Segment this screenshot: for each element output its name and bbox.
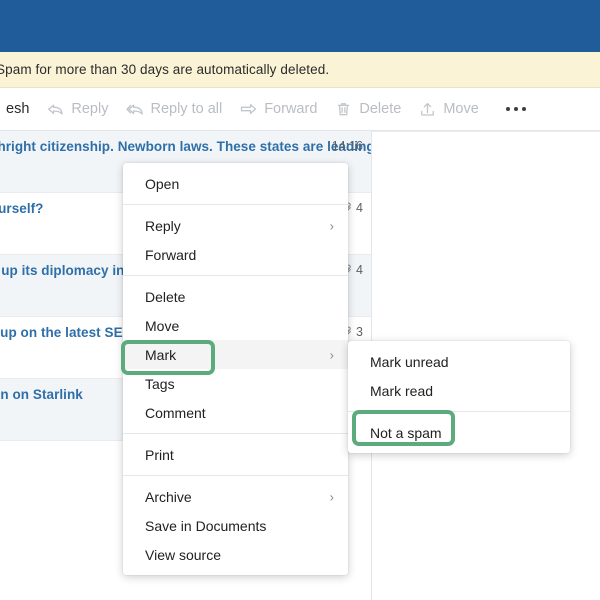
context-menu-item-open[interactable]: Open: [123, 169, 348, 198]
toolbar-delete-label: Delete: [359, 101, 402, 117]
context-menu-item-label: Delete: [145, 288, 186, 305]
context-menu-item-archive[interactable]: Archive ›: [123, 482, 348, 511]
context-menu-item-label: View source: [145, 546, 222, 563]
context-menu-item-delete[interactable]: Delete: [123, 282, 348, 311]
reply-icon: [47, 101, 64, 118]
context-menu-item-label: Save in Documents: [145, 517, 267, 534]
menu-separator: [123, 275, 348, 276]
toolbar-forward-label: Forward: [264, 101, 318, 117]
context-menu-item-label: Mark: [145, 346, 177, 363]
context-menu-item-label: Print: [145, 446, 174, 463]
toolbar-reply-all-button[interactable]: Reply to all: [117, 88, 231, 131]
context-menu-item-label: Tags: [145, 375, 175, 392]
context-menu-item-print[interactable]: Print: [123, 440, 348, 469]
context-menu-item-tags[interactable]: Tags: [123, 369, 348, 398]
context-menu-item-view-source[interactable]: View source: [123, 540, 348, 569]
context-menu-item-forward[interactable]: Forward: [123, 240, 348, 269]
menu-separator: [123, 475, 348, 476]
toolbar-forward-button[interactable]: Forward: [231, 88, 326, 131]
toolbar-reply-label: Reply: [71, 101, 109, 117]
submenu-item-label: Mark unread: [370, 353, 449, 370]
message-time: 14:16: [331, 139, 363, 153]
context-menu-item-label: Archive: [145, 488, 192, 505]
context-menu-item-label: Forward: [145, 246, 197, 263]
attachment-count: 4: [356, 263, 363, 277]
context-menu-item-move[interactable]: Move: [123, 311, 348, 340]
context-menu-item-label: Comment: [145, 404, 206, 421]
context-menu-item-label: Open: [145, 175, 180, 192]
toolbar-delete-button[interactable]: Delete: [326, 88, 410, 131]
chevron-right-icon: ›: [329, 489, 334, 504]
submenu-item-mark-unread[interactable]: Mark unread: [348, 347, 570, 376]
spam-retention-notice-banner: Spam for more than 30 days are automatic…: [0, 52, 600, 88]
message-context-menu: Open Reply › Forward Delete Move Mark › …: [123, 163, 348, 575]
submenu-item-not-a-spam[interactable]: Not a spam: [348, 418, 570, 447]
toolbar-move-label: Move: [443, 101, 479, 117]
toolbar-refresh-label: esh: [6, 101, 30, 117]
toolbar-refresh-button[interactable]: esh: [0, 88, 38, 131]
toolbar-reply-button[interactable]: Reply: [38, 88, 117, 131]
message-subject: Trump revokes birthright citizenship. Ne…: [0, 139, 371, 154]
context-menu-item-mark[interactable]: Mark ›: [123, 340, 348, 369]
context-menu-item-label: Move: [145, 317, 180, 334]
more-dot-icon: [505, 107, 510, 111]
window-titlebar: [0, 0, 600, 52]
menu-separator: [123, 204, 348, 205]
attachment-count: 3: [356, 325, 363, 339]
trash-icon: [335, 101, 352, 118]
chevron-right-icon: ›: [329, 347, 334, 362]
move-up-icon: [419, 101, 436, 118]
context-menu-item-comment[interactable]: Comment: [123, 398, 348, 427]
mail-application-window: Spam for more than 30 days are automatic…: [0, 0, 600, 600]
submenu-item-label: Not a spam: [370, 424, 442, 441]
forward-arrow-icon: [240, 101, 257, 118]
context-menu-item-reply[interactable]: Reply ›: [123, 211, 348, 240]
mail-toolbar: esh Reply Reply to all Forward Delete Mo…: [0, 88, 600, 131]
context-menu-item-save-in-documents[interactable]: Save in Documents: [123, 511, 348, 540]
more-dot-icon: [521, 107, 526, 111]
chevron-right-icon: ›: [329, 218, 334, 233]
toolbar-more-options-button[interactable]: [496, 88, 536, 131]
more-dot-icon: [513, 107, 518, 111]
notice-text: Spam for more than 30 days are automatic…: [0, 62, 330, 77]
attachment-count: 4: [356, 201, 363, 215]
message-meta: 14:16: [332, 139, 363, 153]
context-menu-item-label: Reply: [145, 217, 181, 234]
reply-all-icon: [126, 101, 144, 118]
toolbar-reply-all-label: Reply to all: [150, 101, 223, 117]
menu-separator: [348, 411, 570, 412]
submenu-item-label: Mark read: [370, 382, 434, 399]
menu-separator: [123, 433, 348, 434]
toolbar-move-button[interactable]: Move: [410, 88, 487, 131]
mark-submenu: Mark unread Mark read Not a spam: [348, 341, 570, 453]
submenu-item-mark-read[interactable]: Mark read: [348, 376, 570, 405]
